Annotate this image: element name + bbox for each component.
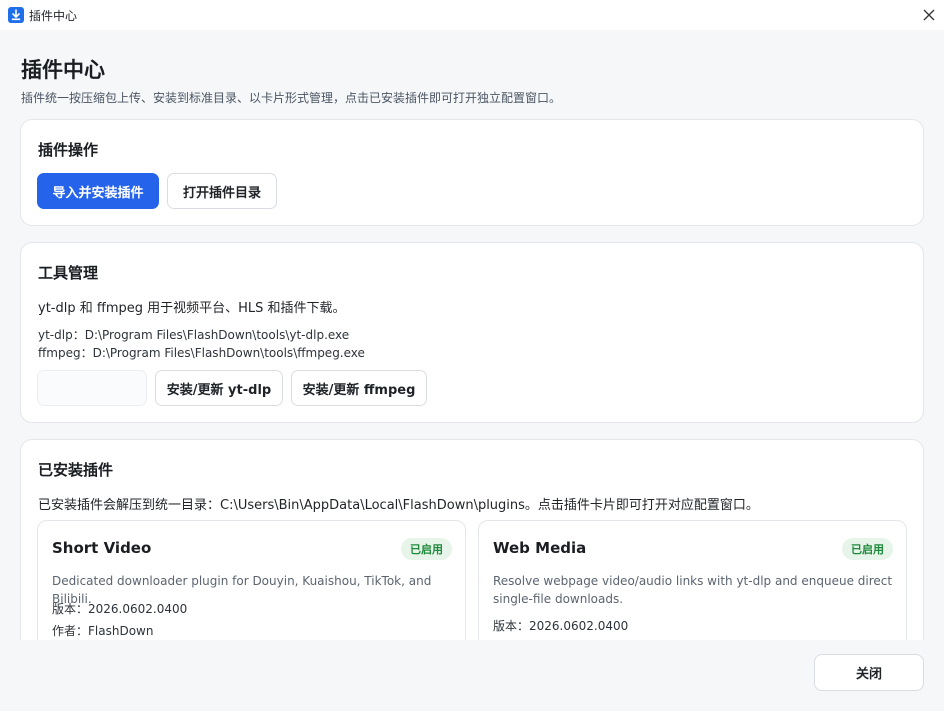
tools-title: 工具管理 — [38, 264, 99, 282]
disabled-tool-button — [37, 370, 147, 406]
close-button[interactable]: 关闭 — [814, 654, 924, 691]
window-title: 插件中心 — [29, 9, 78, 23]
tools-description: yt-dlp 和 ffmpeg 用于视频平台、HLS 和插件下载。 — [38, 301, 346, 316]
plugin-version: 版本：2026.0602.0400 — [493, 619, 629, 633]
ffmpeg-path: ffmpeg：D:\Program Files\FlashDown\tools\… — [38, 346, 365, 360]
plugin-description: Resolve webpage video/audio links with y… — [493, 574, 893, 606]
ytdlp-path: yt-dlp：D:\Program Files\FlashDown\tools\… — [38, 328, 350, 342]
tools-card: 工具管理 yt-dlp 和 ffmpeg 用于视频平台、HLS 和插件下载。 y… — [20, 242, 924, 423]
plugin-center-window: 插件中心 插件中心 插件统一按压缩包上传、安装到标准目录、以卡片形式管理，点击已… — [0, 0, 944, 711]
plugin-version: 版本：2026.0602.0400 — [52, 602, 188, 616]
plugin-card-short-video[interactable]: Short Video 已启用 Dedicated downloader plu… — [37, 520, 466, 640]
footer-bar: 关闭 — [0, 640, 944, 711]
title-bar: 插件中心 — [0, 0, 944, 30]
page-title: 插件中心 — [21, 58, 105, 82]
plugin-name: Short Video — [52, 539, 152, 557]
installed-plugins-description: 已安装插件会解压到统一目录：C:\Users\Bin\AppData\Local… — [38, 498, 759, 513]
install-ytdlp-button[interactable]: 安装/更新 yt-dlp — [155, 370, 283, 406]
install-ffmpeg-button[interactable]: 安装/更新 ffmpeg — [291, 370, 427, 406]
plugin-card-web-media[interactable]: Web Media 已启用 Resolve webpage video/audi… — [478, 520, 907, 640]
plugin-grid: Short Video 已启用 Dedicated downloader plu… — [37, 520, 909, 640]
page-subtitle: 插件统一按压缩包上传、安装到标准目录、以卡片形式管理，点击已安装插件即可打开独立… — [21, 91, 562, 105]
import-install-plugin-button[interactable]: 导入并安装插件 — [37, 173, 159, 209]
plugin-author: 作者：FlashDown — [52, 624, 154, 638]
installed-plugins-title: 已安装插件 — [38, 461, 114, 479]
download-app-icon — [8, 7, 24, 23]
plugin-name: Web Media — [493, 539, 587, 557]
close-icon[interactable] — [914, 0, 944, 30]
status-badge: 已启用 — [842, 538, 893, 560]
status-badge: 已启用 — [401, 538, 452, 560]
plugin-actions-card: 插件操作 导入并安装插件 打开插件目录 — [20, 119, 924, 226]
plugin-actions-title: 插件操作 — [38, 141, 99, 159]
open-plugin-dir-button[interactable]: 打开插件目录 — [167, 173, 277, 209]
